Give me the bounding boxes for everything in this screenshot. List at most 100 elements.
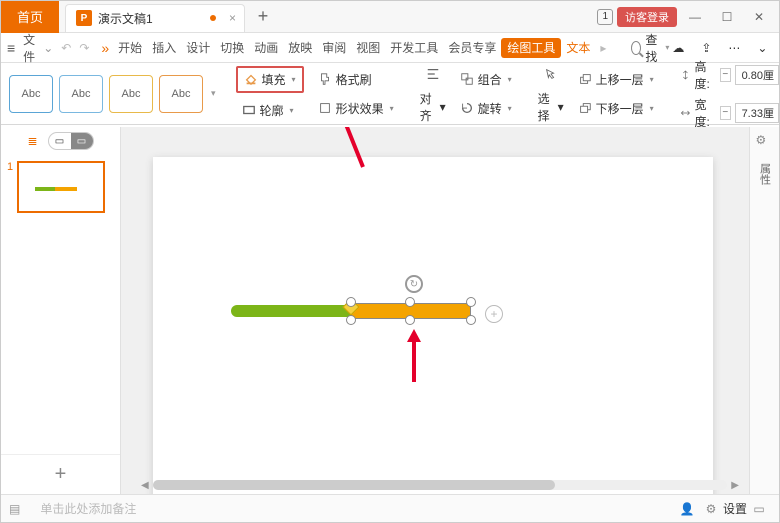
- shape-style-3[interactable]: Abc: [109, 75, 153, 113]
- add-slide-button[interactable]: +: [1, 454, 120, 494]
- home-tab[interactable]: 首页: [1, 1, 59, 33]
- fill-icon: [244, 72, 258, 86]
- properties-label[interactable]: 属性: [757, 163, 773, 185]
- height-icon: [680, 68, 691, 82]
- slide[interactable]: ↻ +: [153, 157, 713, 494]
- find-button[interactable]: 查找 ▾: [631, 31, 669, 65]
- down-layer-icon: [578, 101, 592, 115]
- format-painter-button[interactable]: 格式刷: [312, 68, 400, 91]
- share-icon[interactable]: ⇪: [697, 39, 715, 57]
- new-tab-button[interactable]: +: [249, 3, 277, 31]
- up-layer-label: 上移一层: [596, 71, 644, 88]
- tab-devtools[interactable]: 开发工具: [385, 33, 443, 63]
- view-normal-icon[interactable]: ▭: [751, 501, 767, 517]
- gear-icon[interactable]: ⚙: [703, 501, 719, 517]
- group-icon: [460, 72, 474, 86]
- document-title: 演示文稿1: [98, 10, 153, 27]
- shape-style-4[interactable]: Abc: [159, 75, 203, 113]
- slide-preview: [17, 161, 105, 213]
- minimize-button[interactable]: —: [681, 5, 709, 29]
- tab-review[interactable]: 审阅: [317, 33, 351, 63]
- resize-handle[interactable]: [466, 315, 476, 325]
- tab-insert[interactable]: 插入: [147, 33, 181, 63]
- horizontal-scrollbar[interactable]: ◀ ▶: [141, 478, 739, 492]
- expand-right-icon[interactable]: »: [101, 40, 109, 56]
- collapse-ribbon-icon[interactable]: ⌄: [753, 39, 771, 57]
- notes-placeholder[interactable]: 单击此处添加备注: [40, 500, 136, 517]
- tab-drawing-tools[interactable]: 绘图工具: [501, 38, 561, 58]
- cloud-icon[interactable]: ☁: [669, 39, 687, 57]
- tab-view[interactable]: 视图: [351, 33, 385, 63]
- statusbar: ▤ 单击此处添加备注 👤 ⚙ 设置 ▭: [1, 494, 779, 522]
- green-bar-shape[interactable]: [231, 305, 351, 317]
- modified-indicator-icon: [210, 15, 216, 21]
- group-button[interactable]: 组合▾: [454, 68, 518, 91]
- close-window-button[interactable]: ✕: [745, 5, 773, 29]
- shape-style-2[interactable]: Abc: [59, 75, 103, 113]
- shape-style-gallery: Abc Abc Abc Abc ▾: [9, 75, 216, 113]
- resize-handle[interactable]: [466, 297, 476, 307]
- outline-toggle[interactable]: ▭: [49, 133, 71, 149]
- person-icon[interactable]: 👤: [679, 501, 695, 517]
- scroll-left-icon[interactable]: ◀: [141, 480, 149, 491]
- rotation-handle-icon[interactable]: ↻: [405, 275, 423, 293]
- find-label: 查找: [645, 31, 661, 65]
- tab-start[interactable]: 开始: [113, 33, 147, 63]
- settings-slider-icon[interactable]: ⚙: [756, 133, 774, 151]
- bring-forward-button[interactable]: 上移一层▾: [572, 68, 660, 91]
- document-tab[interactable]: P 演示文稿1 ×: [65, 4, 245, 32]
- tab-transition[interactable]: 切换: [215, 33, 249, 63]
- shape-style-1[interactable]: Abc: [9, 75, 53, 113]
- style-more-icon[interactable]: ▾: [211, 88, 216, 99]
- resize-handle[interactable]: [346, 315, 356, 325]
- presentation-icon: P: [76, 10, 92, 26]
- rotate-icon: [460, 101, 474, 115]
- rotate-button[interactable]: 旋转▾: [454, 97, 518, 120]
- outline-button[interactable]: 轮廓▾: [236, 99, 304, 122]
- menu-icon[interactable]: ≡: [7, 40, 15, 56]
- width-value[interactable]: 7.33厘: [735, 103, 779, 123]
- align-button[interactable]: [420, 64, 446, 84]
- scroll-right-icon[interactable]: ▶: [731, 480, 739, 491]
- send-backward-button[interactable]: 下移一层▾: [572, 97, 660, 120]
- resize-handle[interactable]: [346, 297, 356, 307]
- maximize-button[interactable]: ☐: [713, 5, 741, 29]
- tab-text[interactable]: 文本: [561, 33, 595, 63]
- height-minus[interactable]: −: [720, 68, 731, 82]
- undo-icon[interactable]: ↶: [61, 41, 71, 55]
- close-tab-icon[interactable]: ×: [229, 11, 236, 25]
- view-toggle[interactable]: ▭ ▭: [48, 132, 94, 150]
- notes-icon[interactable]: ▤: [9, 502, 20, 516]
- select-button[interactable]: [538, 64, 564, 84]
- file-menu[interactable]: 文件: [23, 31, 35, 65]
- search-icon: [631, 41, 641, 55]
- select-icon: [544, 67, 558, 81]
- canvas[interactable]: ↻ +: [121, 127, 749, 494]
- shape-effect-label: 形状效果: [336, 100, 384, 117]
- add-shape-icon[interactable]: +: [485, 305, 503, 323]
- more-icon[interactable]: ⋯: [725, 39, 743, 57]
- tab-slideshow[interactable]: 放映: [283, 33, 317, 63]
- workspace: ≣ ▭ ▭ 1 + ↻: [1, 127, 779, 494]
- window-controls: 1 访客登录 — ☐ ✕: [597, 5, 779, 29]
- height-value[interactable]: 0.80厘: [735, 65, 779, 85]
- settings-label[interactable]: 设置: [723, 500, 747, 517]
- width-minus[interactable]: −: [720, 106, 731, 120]
- thumbnail-toggle[interactable]: ▭: [71, 133, 93, 149]
- login-button[interactable]: 访客登录: [617, 7, 677, 27]
- notification-badge[interactable]: 1: [597, 9, 613, 25]
- redo-icon[interactable]: ↷: [79, 41, 89, 55]
- group-label: 组合: [478, 71, 502, 88]
- resize-handle[interactable]: [405, 315, 415, 325]
- outline-view-icon[interactable]: ≣: [27, 134, 37, 148]
- tab-member[interactable]: 会员专享: [443, 33, 501, 63]
- resize-handle[interactable]: [405, 297, 415, 307]
- tab-animation[interactable]: 动画: [249, 33, 283, 63]
- titlebar: 首页 P 演示文稿1 × + 1 访客登录 — ☐ ✕: [1, 1, 779, 33]
- fill-button[interactable]: 填充▾: [236, 66, 304, 93]
- tab-overflow-icon[interactable]: ▸: [595, 33, 611, 63]
- slide-thumbnail[interactable]: 1: [7, 161, 114, 213]
- shape-effect-button[interactable]: 形状效果▾: [312, 97, 400, 120]
- up-layer-icon: [578, 72, 592, 86]
- tab-design[interactable]: 设计: [181, 33, 215, 63]
